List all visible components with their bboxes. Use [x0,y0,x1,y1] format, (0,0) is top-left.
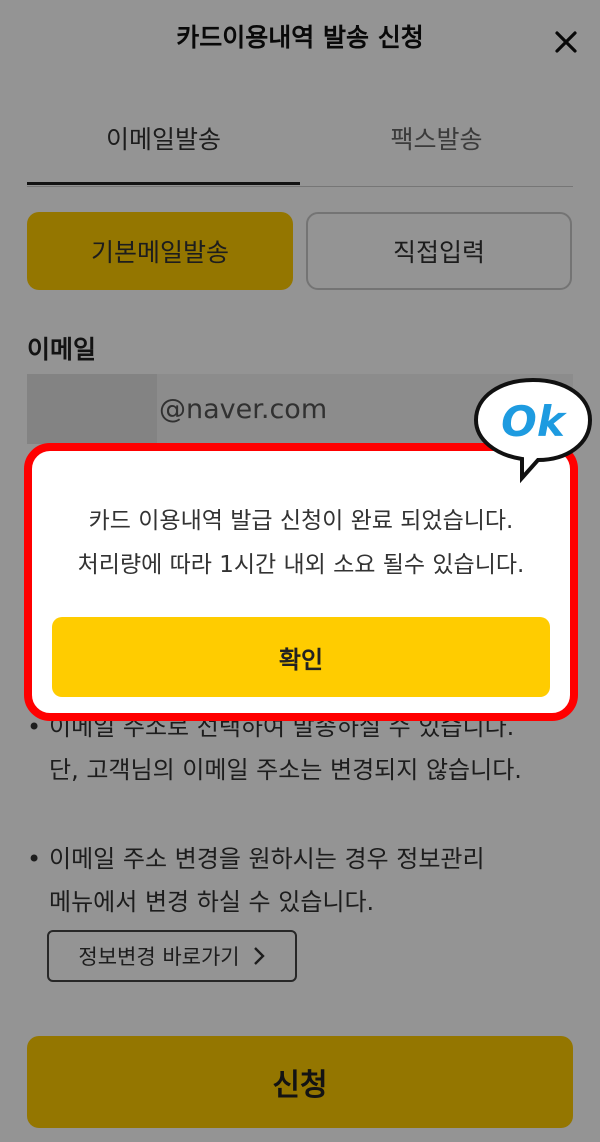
dialog-message-line: 카드 이용내역 발급 신청이 완료 되었습니다. [88,508,514,534]
ok-speech-bubble-icon: Ok [473,377,593,484]
app-screen: 카드이용내역 발송 신청 이메일발송 팩스발송 기본메일발송 직접입력 이메일 … [0,0,600,1142]
dialog-message-line: 처리량에 따라 1시간 내외 소요 될수 있습니다. [77,552,525,578]
completion-dialog: 카드 이용내역 발급 신청이 완료 되었습니다. 처리량에 따라 1시간 내외 … [24,443,578,721]
confirm-button[interactable]: 확인 [52,617,550,697]
dialog-message: 카드 이용내역 발급 신청이 완료 되었습니다. 처리량에 따라 1시간 내외 … [32,499,570,587]
ok-text: Ok [501,397,568,446]
